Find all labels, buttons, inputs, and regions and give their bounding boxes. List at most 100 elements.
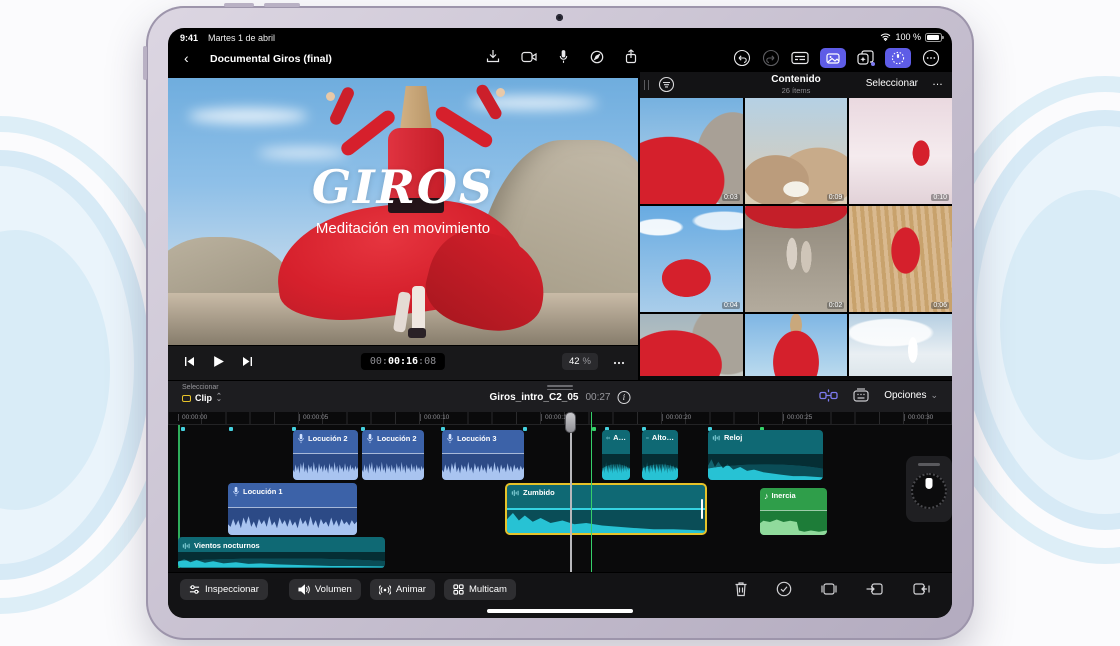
select-button[interactable]: Seleccionar	[866, 78, 918, 89]
multicam-button[interactable]: Multicam	[444, 579, 516, 600]
options-button[interactable]: Opciones ⌄	[884, 390, 938, 401]
keyframe-marker	[523, 427, 527, 431]
clip-duration-badge: 0:09	[827, 194, 845, 201]
wifi-icon	[880, 33, 891, 41]
project-title: Documental Giros (final)	[210, 53, 332, 65]
viewer-overlay-title: GIROS	[168, 160, 638, 214]
complete-checkmark-icon[interactable]	[776, 581, 792, 597]
timeline-clip-locucion3[interactable]: Locución 3	[442, 430, 524, 480]
overwrite-edit-icon[interactable]	[820, 582, 838, 596]
front-camera	[556, 14, 563, 21]
media-thumbnail[interactable]: 0:09	[745, 98, 848, 204]
info-icon[interactable]: i	[617, 391, 630, 404]
microphone-icon[interactable]	[558, 49, 569, 64]
timeline-clip-locucion1[interactable]: Locución 1	[228, 483, 357, 535]
keyframe-marker	[181, 427, 185, 431]
append-edit-icon[interactable]	[912, 582, 930, 596]
timeline-clip-vientos-nocturnos[interactable]: Vientos nocturnos	[178, 537, 385, 568]
volume-button[interactable]: Volumen	[289, 579, 361, 600]
volume-label: Volumen	[315, 584, 352, 595]
transport-bar: 00:00:16:08 42%	[168, 345, 638, 380]
import-icon[interactable]	[486, 49, 500, 64]
media-thumbnail[interactable]: 0:04	[640, 206, 743, 312]
more-icon[interactable]	[922, 49, 940, 67]
timecode-seconds: 00:16	[388, 356, 418, 367]
chevron-up-down-icon: ⌃⌄	[216, 395, 222, 402]
ruler-label: 00:00:30	[904, 414, 933, 421]
timeline-panel[interactable]: 00:00:00 00:00:05 00:00:10 00:00:15 00:0…	[168, 412, 952, 572]
app-screen: 9:41 Martes 1 de abril 100 % ‹ Documenta…	[168, 28, 952, 618]
magnetic-timeline-icon[interactable]	[819, 389, 838, 402]
trash-icon[interactable]	[734, 581, 748, 597]
timeline-clip-zumbido-selected[interactable]: Zumbido	[505, 483, 707, 535]
undo-icon[interactable]	[733, 49, 751, 67]
jog-dial[interactable]	[911, 473, 947, 509]
media-thumbnail[interactable]: 0:02	[745, 206, 848, 312]
clip-label: Vientos nocturnos	[194, 541, 260, 550]
ruler-label: 00:00:10	[420, 414, 449, 421]
clip-label: Inercia	[772, 491, 796, 500]
next-frame-icon[interactable]	[242, 356, 253, 367]
effects-button[interactable]	[857, 50, 874, 66]
trim-handle[interactable]	[701, 499, 704, 518]
video-viewer[interactable]: GIROS Meditación en movimiento	[168, 78, 638, 345]
camera-icon[interactable]	[521, 51, 537, 63]
viewer-more-icon[interactable]	[612, 356, 626, 370]
volume-up-button	[224, 3, 254, 7]
app-toolbar: ‹ Documental Giros (final)	[168, 46, 952, 72]
inspect-button[interactable]: Inspeccionar	[180, 579, 268, 600]
ruler-label: 00:00:00	[178, 414, 207, 421]
clip-selection-icon	[182, 395, 191, 402]
home-indicator[interactable]	[487, 609, 633, 613]
ipad-device: 9:41 Martes 1 de abril 100 % ‹ Documenta…	[146, 6, 974, 640]
media-thumbnail[interactable]	[849, 314, 952, 376]
playhead-handle[interactable]	[565, 412, 576, 433]
media-thumbnail[interactable]: 0:06	[849, 206, 952, 312]
selection-mode-control[interactable]: Clip ⌃⌄	[182, 393, 222, 403]
options-label: Opciones	[884, 390, 926, 401]
timeline-clip-locucion2b[interactable]: Locución 2	[362, 430, 424, 480]
volume-automation-line[interactable]	[507, 508, 705, 510]
media-thumbnail[interactable]: 0:03	[640, 98, 743, 204]
play-icon[interactable]	[212, 355, 225, 368]
clip-label: Alto…	[652, 433, 674, 442]
inspect-label: Inspeccionar	[205, 584, 259, 595]
clip-duration-badge: 0:03	[722, 194, 740, 201]
media-grid: 0:03 0:09 0:10 0:04 0:02 0:06	[640, 98, 952, 376]
timecode-hours: 00:	[370, 356, 388, 367]
share-icon[interactable]	[625, 49, 637, 64]
media-thumbnail[interactable]	[745, 314, 848, 376]
animate-button[interactable]: Animar	[370, 579, 435, 600]
jog-wheel-widget[interactable]	[906, 456, 952, 522]
timeline-clip-alto[interactable]: Alto…	[642, 430, 678, 480]
titles-icon[interactable]	[791, 51, 809, 65]
clip-label: Locución 2	[377, 434, 417, 443]
timeline-clip-locucion2[interactable]: Locución 2	[293, 430, 358, 480]
back-chevron-icon[interactable]: ‹	[184, 50, 189, 66]
timecode-display[interactable]: 00:00:16:08	[361, 353, 445, 370]
insert-edit-icon[interactable]	[866, 582, 884, 596]
playhead-line[interactable]	[570, 412, 572, 572]
clip-duration-badge: 0:06	[931, 302, 949, 309]
cloud	[188, 108, 308, 124]
keyframe-marker-green	[592, 427, 596, 431]
battery-percent: 100 %	[895, 32, 921, 42]
timeline-clip-reloj[interactable]: Reloj	[708, 430, 823, 480]
effects-badge-dot	[871, 62, 875, 66]
media-thumbnail[interactable]: 0:10	[849, 98, 952, 204]
viewer-zoom-control[interactable]: 42%	[562, 353, 598, 370]
record-voiceover-icon[interactable]	[590, 50, 604, 64]
zoom-unit: %	[583, 356, 591, 367]
browser-more-icon[interactable]: …	[932, 76, 944, 88]
timeline-clip-a[interactable]: A…	[602, 430, 630, 480]
music-note-icon: ♪	[764, 492, 769, 500]
keyframe-marker	[229, 427, 233, 431]
timeline-ruler[interactable]: 00:00:00 00:00:05 00:00:10 00:00:15 00:0…	[168, 412, 952, 425]
media-thumbnail[interactable]	[640, 314, 743, 376]
ruler-label: 00:00:25	[783, 414, 812, 421]
timeline-clip-inercia[interactable]: ♪Inercia	[760, 488, 827, 535]
media-browser-button[interactable]	[820, 48, 846, 68]
clip-stack-icon[interactable]	[852, 388, 870, 402]
jog-wheel-button[interactable]	[885, 48, 911, 68]
previous-frame-icon[interactable]	[184, 356, 195, 367]
